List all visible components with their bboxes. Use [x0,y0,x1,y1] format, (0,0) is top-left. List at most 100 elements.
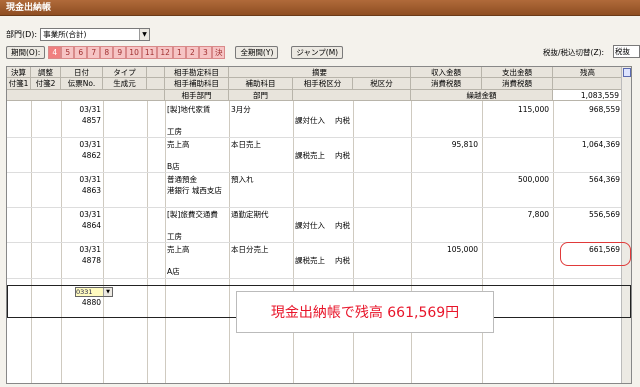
department-row: 部門(D): 事業所(合計) ▼ [6,27,151,41]
entry-slip: 4864 [81,221,101,230]
entry-memo: 預入れ [231,175,254,184]
table-row[interactable]: 03/31 4863 普通預金 預入れ 港銀行 城西支店 500,000 564… [7,173,623,208]
balance-highlight [560,242,631,266]
annotation-banner: 現金出納帳で残高 661,569円 [236,291,494,333]
month-tab-5[interactable]: 5 [61,45,75,59]
entry-tax-type: 課税売上 [295,256,325,265]
table-row[interactable]: 03/31 4864 [製]旅費交通費 通勤定期代 課対仕入 内税 工房 7,8… [7,208,623,243]
col-source: 生成元 [103,78,147,90]
table-row[interactable]: 03/31 4862 売上高 本日売上 課税売上 内税 B店 95,810 1,… [7,138,623,173]
entry-slip: 4857 [81,116,101,125]
entry-expense: 7,800 [527,210,549,219]
col-expense: 支出金額 [482,67,553,78]
entry-tax-type: 課対仕入 [295,221,325,230]
col-spacer2 [147,78,165,90]
col-income: 収入金額 [411,67,482,78]
entry-account: [製]地代家賃 [167,105,211,114]
month-tab-settlement[interactable]: 決 [211,45,226,59]
col-slip-no: 伝票No. [61,78,103,90]
entry-dept: B店 [167,162,180,171]
entry-tax-rate: 内税 [335,116,350,125]
department-label: 部門(D): [6,29,38,39]
col-blank3 [7,90,165,101]
entry-account: [製]旅費交通費 [167,210,218,219]
department-select[interactable]: 事業所(合計) ▼ [40,27,151,41]
entry-memo: 通勤定期代 [231,210,269,219]
col-dept: 部門 [229,90,293,101]
col-carryover: 繰越金額 [411,90,553,101]
entry-dept: 工房 [167,127,182,136]
opening-balance: 1,083,559 [553,90,623,101]
tax-toggle-select[interactable]: 税抜 [613,45,640,58]
entry-expense: 500,000 [517,175,549,184]
entry-dept: A店 [167,267,180,276]
col-memo: 摘要 [229,67,411,78]
col-income-tax: 消費税額 [411,78,482,90]
entry-tax-rate: 内税 [335,221,350,230]
new-row-date-value[interactable]: 0331 [76,288,103,296]
month-tab-9[interactable]: 9 [113,45,127,59]
month-tab-11[interactable]: 11 [141,45,158,59]
entry-tax-rate: 内税 [335,256,350,265]
col-expense-tax: 消費税額 [482,78,553,90]
col-tag1: 付箋1 [7,78,31,90]
month-tab-2[interactable]: 2 [185,45,199,59]
calendar-icon[interactable] [623,68,631,77]
col-balance: 残高 [553,67,623,78]
col-spacer [147,67,165,78]
entry-account: 普通預金 [167,175,197,184]
window-title: 現金出納帳 [0,0,640,16]
col-adjust: 調整 [31,67,61,78]
entry-date: 03/31 [79,140,101,149]
col-settlement: 決算 [7,67,31,78]
entry-memo: 本日分売上 [231,245,269,254]
all-period-button[interactable]: 全期間(Y) [235,45,279,59]
month-tab-3[interactable]: 3 [198,45,212,59]
entry-slip: 4878 [81,256,101,265]
table-row[interactable]: 03/31 4878 売上高 本日分売上 課税売上 内税 A店 105,000 … [7,243,623,279]
new-row-date-input[interactable]: 0331 ▼ [75,287,113,297]
entry-memo: 3月分 [231,105,251,114]
vertical-scrollbar[interactable] [621,67,631,383]
entry-account: 売上高 [167,245,190,254]
tax-toggle-label: 税抜/税込切替(Z): [543,48,605,57]
month-tab-6[interactable]: 6 [74,45,88,59]
chevron-down-icon[interactable]: ▼ [139,28,150,40]
col-balance-blank [553,78,623,90]
entry-dept: 工房 [167,232,182,241]
month-tab-10[interactable]: 10 [126,45,142,59]
entry-date: 03/31 [79,245,101,254]
month-tab-4[interactable]: 4 [48,45,62,59]
col-tag2: 付箋2 [31,78,61,90]
entry-balance: 556,569 [588,210,620,219]
month-tab-12[interactable]: 12 [157,45,173,59]
entry-income: 95,810 [451,140,478,149]
entry-income: 105,000 [446,245,478,254]
entry-balance: 564,369 [588,175,620,184]
month-tab-8[interactable]: 8 [100,45,114,59]
entry-sub-account: 港銀行 城西支店 [167,186,222,195]
col-tax-type: 税区分 [353,78,411,90]
department-value: 事業所(合計) [43,29,87,39]
col-counter-account: 相手勘定科目 [165,67,229,78]
table-row[interactable]: 03/31 4857 [製]地代家賃 3月分 課対仕入 内税 工房 115,00… [7,103,623,138]
jump-button[interactable]: ジャンプ(M) [291,45,344,59]
entry-slip: 4863 [81,186,101,195]
month-tab-1[interactable]: 1 [172,45,186,59]
ledger-grid: 決算 調整 日付 タイプ 相手勘定科目 摘要 収入金額 支出金額 残高 付箋1 … [6,66,632,384]
col-sub-account: 補助科目 [229,78,293,90]
entry-slip: 4862 [81,151,101,160]
month-tab-7[interactable]: 7 [87,45,101,59]
col-counter-dept: 相手部門 [165,90,229,101]
col-date: 日付 [61,67,103,78]
col-type: タイプ [103,67,147,78]
entry-balance: 968,559 [588,105,620,114]
period-row: 期間(O): 4 5 6 7 8 9 10 11 12 1 2 3 決 全期間(… [6,45,346,59]
col-blank3b [293,90,411,101]
period-button[interactable]: 期間(O): [6,45,46,59]
entry-expense: 115,000 [517,105,549,114]
chevron-down-icon[interactable]: ▼ [103,288,112,296]
entry-tax-rate: 内税 [335,151,350,160]
entry-account: 売上高 [167,140,190,149]
entry-tax-type: 課対仕入 [295,116,325,125]
